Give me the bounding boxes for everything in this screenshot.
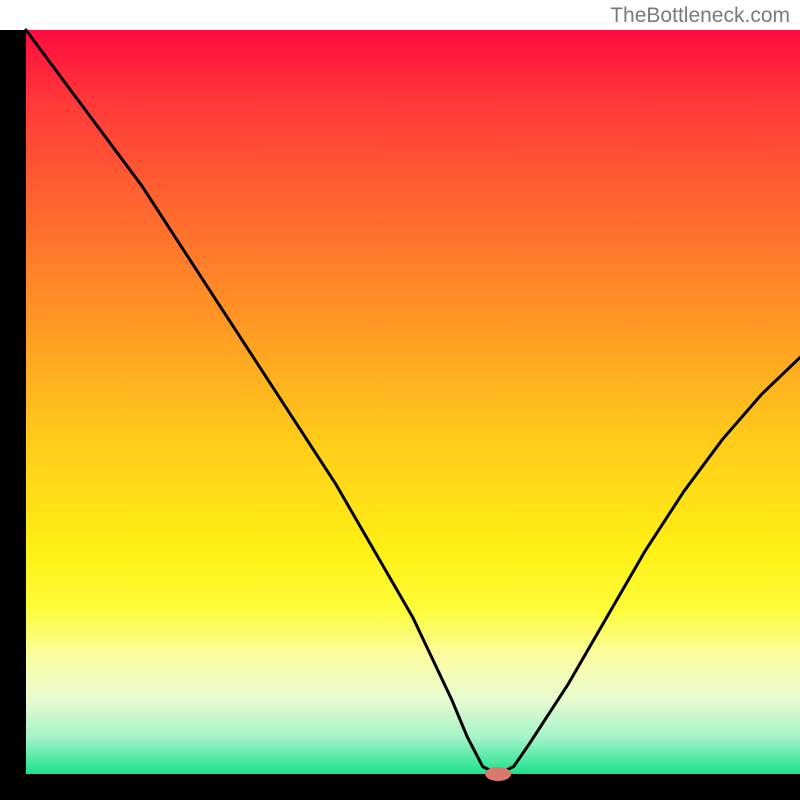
chart-container: TheBottleneck.com (0, 0, 800, 800)
chart-svg (0, 0, 800, 800)
x-axis-band (0, 774, 800, 800)
minimum-marker (485, 767, 511, 781)
y-axis-band (0, 30, 26, 800)
plot-background (26, 30, 800, 774)
watermark-label: TheBottleneck.com (610, 4, 790, 28)
